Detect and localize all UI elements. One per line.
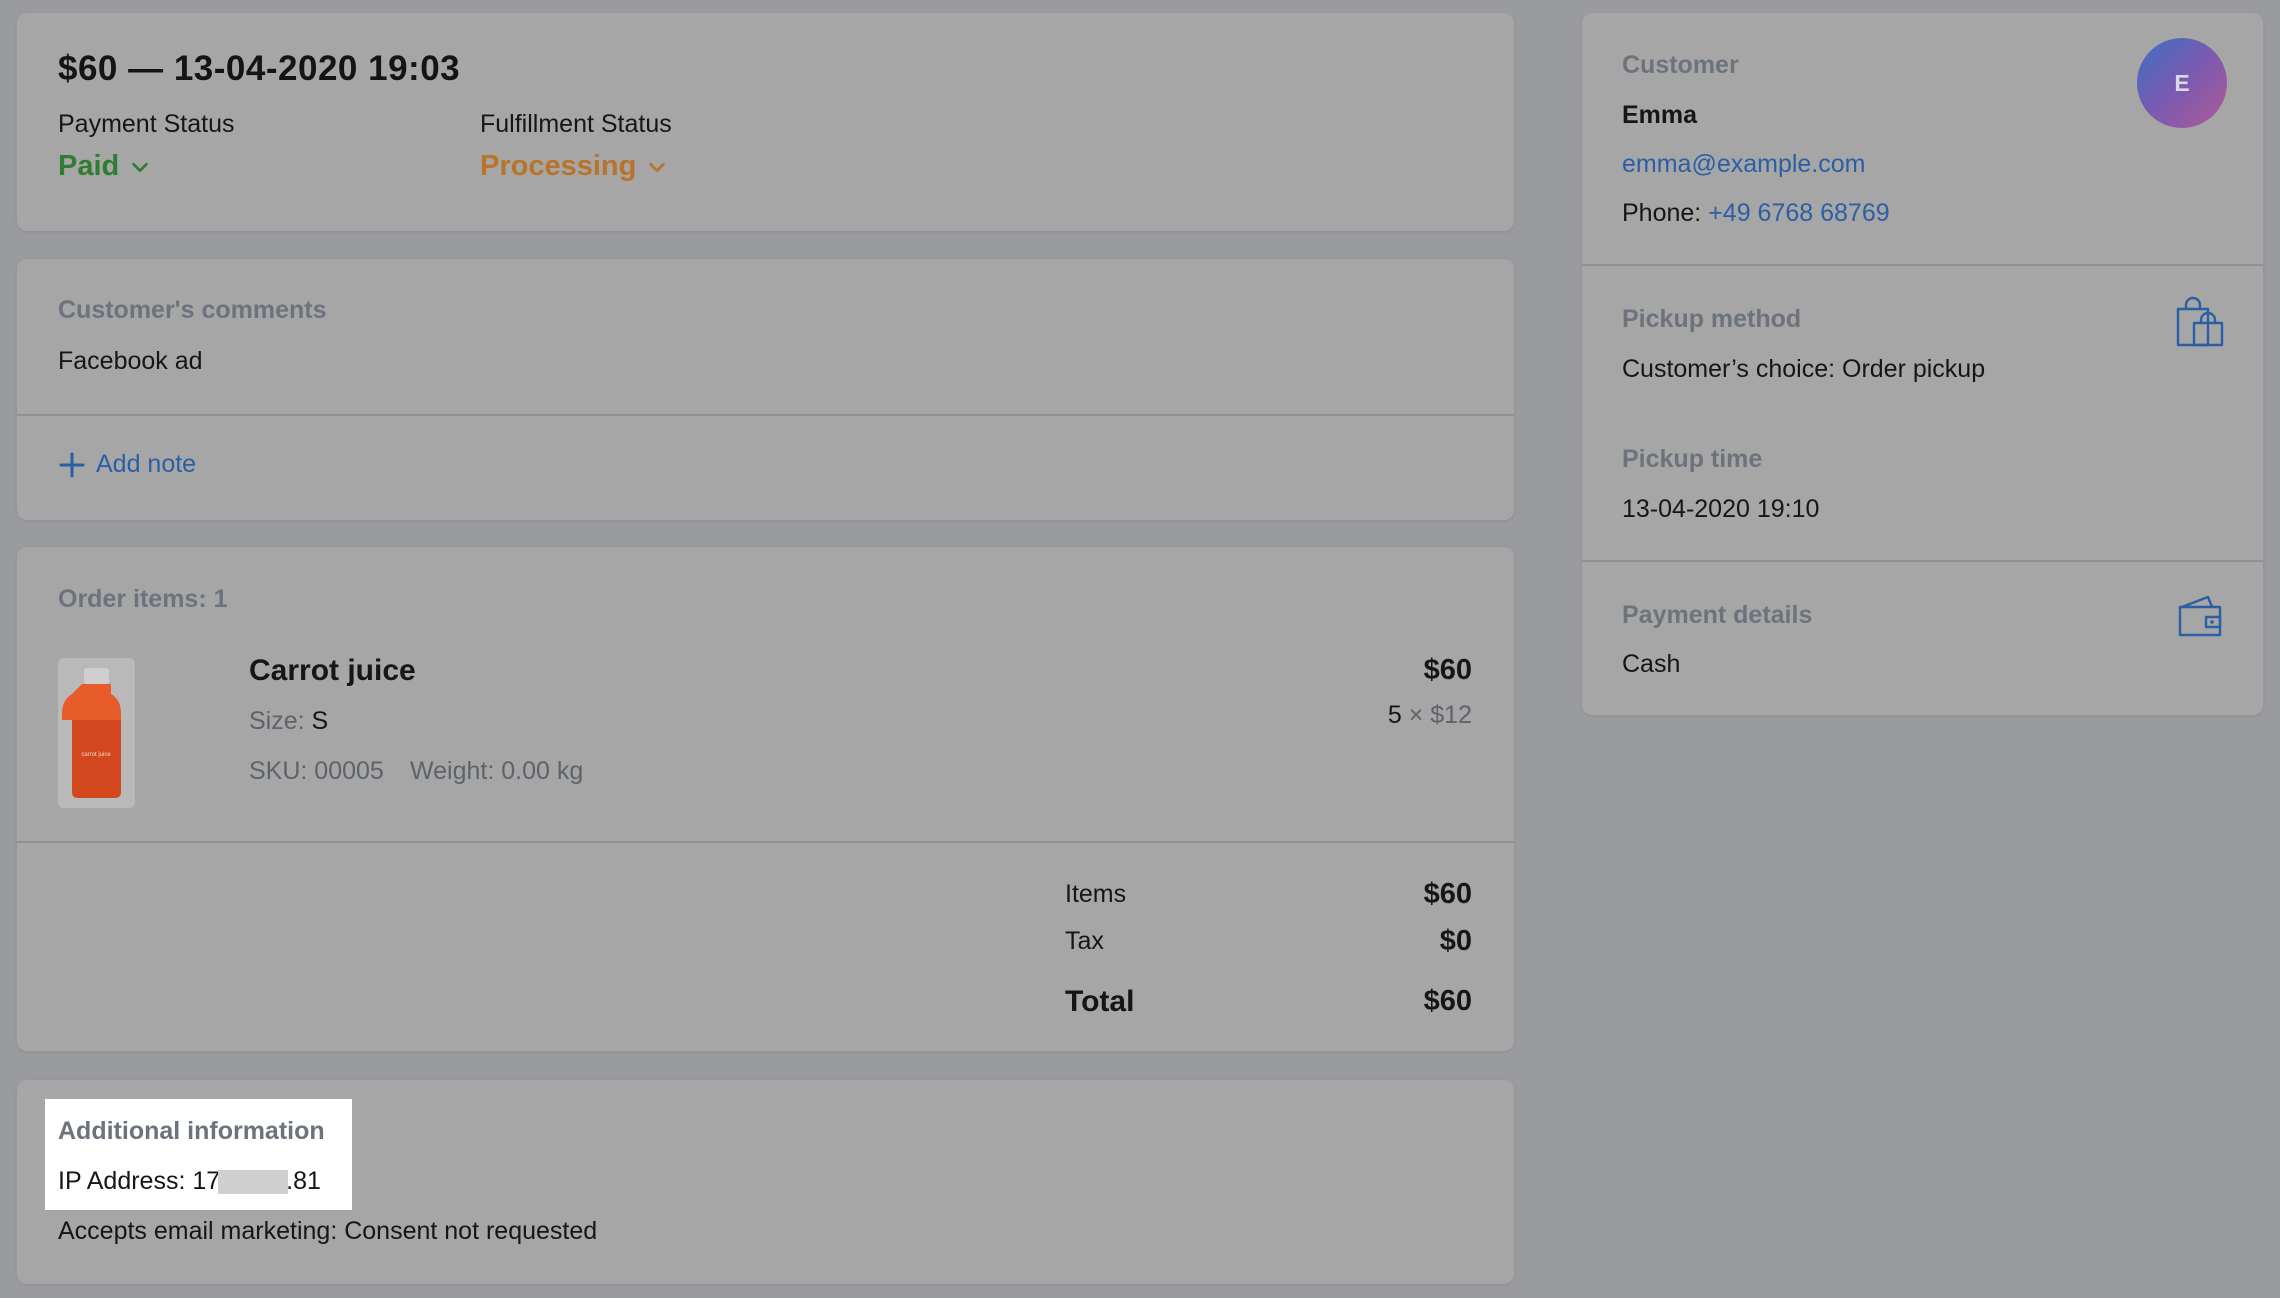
product-image[interactable]: carrot juice [58, 658, 135, 808]
avatar[interactable]: E [2137, 38, 2227, 128]
summary-total-value: $60 [1423, 985, 1472, 1017]
fulfillment-status-value: Processing [480, 150, 637, 182]
pickup-method-value: Customer’s choice: Order pickup [1622, 355, 1986, 383]
divider [17, 414, 1514, 416]
summary-tax-value: $0 [1439, 925, 1472, 957]
product-weight: Weight: 0.00 kg [410, 757, 584, 785]
product-size: Size: S [249, 707, 328, 736]
summary-items-label: Items [1065, 880, 1127, 908]
payment-status-dropdown[interactable]: Paid [58, 150, 151, 183]
customer-name[interactable]: Emma [1622, 101, 1697, 130]
divider [17, 841, 1514, 843]
pickup-time-label: Pickup time [1622, 445, 1763, 473]
plus-icon [59, 452, 85, 477]
comments-label: Customer's comments [58, 296, 327, 324]
email-marketing-consent: Accepts email marketing: Consent not req… [58, 1217, 598, 1245]
add-note-button[interactable]: Add note [58, 450, 196, 479]
unit-price: $12 [1430, 701, 1472, 729]
order-title: $60 — 13-04-2020 19:03 [58, 49, 461, 88]
payment-details-value: Cash [1622, 650, 1681, 678]
customer-email-link[interactable]: emma@example.com [1622, 150, 1866, 179]
fulfillment-status-label: Fulfillment Status [480, 110, 672, 138]
additional-info-label: Additional information [58, 1117, 325, 1145]
payment-details-label: Payment details [1622, 601, 1813, 629]
customer-sidebar-card: Customer E Emma emma@example.com Phone: … [1582, 13, 2263, 715]
chevron-down-icon [649, 162, 666, 172]
ip-prefix: IP Address: 17 [58, 1167, 221, 1195]
order-items-card: Order items: 1 carrot juice Carrot juice… [17, 547, 1514, 1051]
quantity-value: 5 [1387, 701, 1402, 729]
pickup-method-label: Pickup method [1622, 305, 1802, 333]
chevron-down-icon [132, 162, 149, 172]
additional-info-card: Additional information IP Address: 17 .81… [17, 1080, 1514, 1284]
order-header-card: $60 — 13-04-2020 19:03 Payment Status Pa… [17, 13, 1514, 231]
summary-total-label: Total [1065, 985, 1135, 1018]
payment-status-value: Paid [58, 150, 120, 182]
comments-card: Customer's comments Facebook ad Add note [17, 259, 1514, 520]
summary-items-value: $60 [1423, 878, 1472, 910]
ip-address: IP Address: 17 .81 [58, 1167, 321, 1196]
fulfillment-status-dropdown[interactable]: Processing [480, 150, 668, 183]
phone-label: Phone: [1622, 199, 1702, 227]
product-quantity: 5 × $12 [1388, 701, 1472, 730]
ip-suffix: .81 [286, 1167, 321, 1195]
pickup-time-value: 13-04-2020 19:10 [1622, 495, 1820, 523]
divider [1582, 264, 2263, 266]
bottle-label: carrot juice [81, 752, 111, 758]
summary-tax-label: Tax [1065, 927, 1104, 955]
add-note-label: Add note [96, 450, 197, 478]
redacted-block [218, 1170, 289, 1195]
comments-text: Facebook ad [58, 347, 203, 375]
customer-phone: Phone: +49 6768 68769 [1622, 199, 1890, 228]
wallet-icon [2178, 595, 2222, 637]
order-items-count: Order items: 1 [58, 585, 228, 613]
product-size-label: Size: [249, 707, 305, 735]
avatar-initial: E [2174, 69, 2190, 96]
product-name[interactable]: Carrot juice [249, 654, 416, 688]
phone-link[interactable]: +49 6768 68769 [1708, 199, 1889, 227]
product-price: $60 [1423, 654, 1472, 686]
product-sku: SKU: 00005 [249, 757, 384, 785]
payment-status-label: Payment Status [58, 110, 235, 138]
product-size-value: S [311, 707, 329, 735]
times-sign: × [1408, 701, 1424, 729]
customer-label: Customer [1622, 51, 1739, 79]
divider [1582, 560, 2263, 562]
shopping-bag-icon [2176, 296, 2224, 347]
